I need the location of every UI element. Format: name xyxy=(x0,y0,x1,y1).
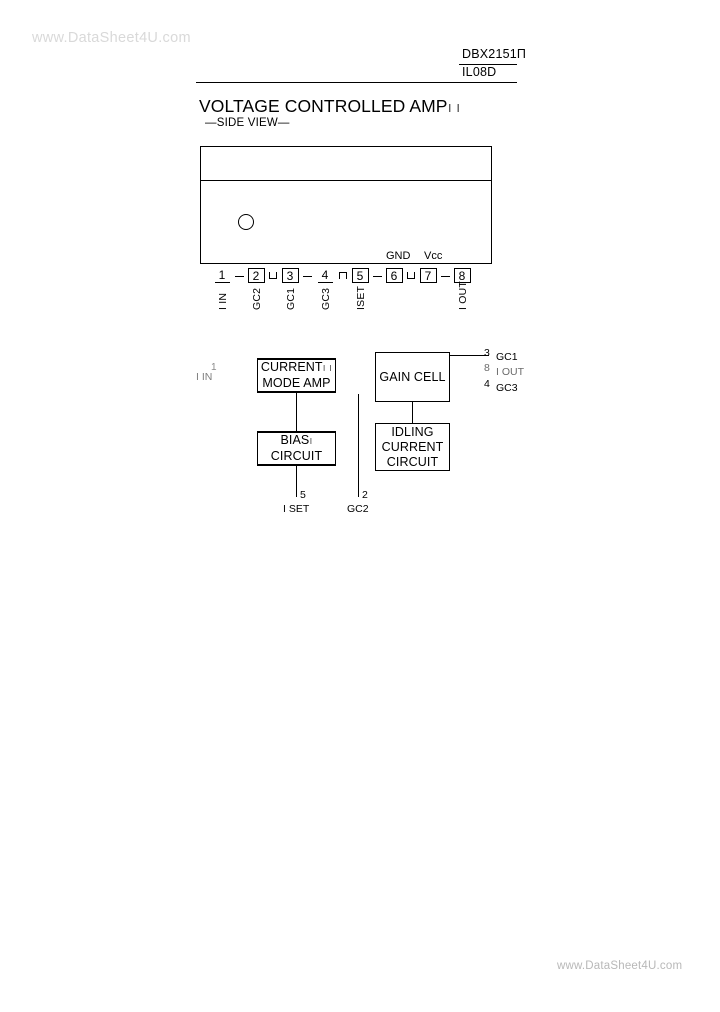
package-pin-number-1: 1 xyxy=(218,268,226,282)
block-bottom-pin-label-gc2: GC2 xyxy=(347,503,369,515)
block-current-mode-amp-line2: MODE AMP xyxy=(262,376,331,390)
package-pin-label-8: I OUT xyxy=(457,281,469,310)
page-title-text: VOLTAGE CONTROLLED AMP xyxy=(199,96,448,116)
block-output-label-gc1: GC1 xyxy=(496,351,518,363)
block-bottom-pin-number-2: 2 xyxy=(362,489,368,501)
package-pin-label-1: I IN xyxy=(217,292,229,310)
package-pin-separator-dash-5 xyxy=(372,276,382,278)
package-pin-number-5: 5 xyxy=(351,268,369,283)
pin-one-marker-icon xyxy=(238,214,254,230)
package-top-divider xyxy=(201,180,491,182)
cma-line1-artifact: ı ı xyxy=(322,362,333,374)
bias-line1-text: BIAS xyxy=(280,433,310,447)
cma-line1-text: CURRENT xyxy=(260,360,323,374)
package-pin-separator-bracket-6 xyxy=(407,272,415,279)
block-current-mode-amp-line1: CURRENTı ı xyxy=(261,360,332,376)
wire-bias-to-iset xyxy=(296,466,298,497)
wire-gc2 xyxy=(358,394,360,497)
block-idling-current-circuit: IDLING CURRENT CIRCUIT xyxy=(375,423,450,471)
wire-gaincell-to-idling xyxy=(412,402,414,423)
package-pin-label-2: GC2 xyxy=(251,287,263,310)
block-input-label: I IN xyxy=(196,371,213,383)
package-pin-label-5: ISET xyxy=(355,285,367,310)
block-idling-line3: CIRCUIT xyxy=(386,454,439,469)
block-current-mode-amp: CURRENTı ı MODE AMP xyxy=(257,358,336,393)
block-bias-circuit: BIASı CIRCUIT xyxy=(257,431,336,466)
package-pin-label-4: GC3 xyxy=(320,287,332,310)
block-bottom-pin-label-i-set: I SET xyxy=(283,503,310,515)
block-gain-cell-label: GAIN CELL xyxy=(379,369,446,384)
block-idling-line1: IDLING xyxy=(391,424,434,439)
package-pin-separator-dash-7 xyxy=(440,276,450,278)
package-pin-separator-dash-3 xyxy=(303,276,312,278)
block-idling-line2: CURRENT xyxy=(381,439,444,454)
package-label-vcc: Vcc xyxy=(424,250,443,262)
block-output-label-i-out: I OUT xyxy=(496,366,524,378)
watermark-bottom: www.DataSheet4U.com xyxy=(557,960,683,972)
bias-line1-artifact: ı xyxy=(309,435,313,447)
header-part-number-text: DBX2151 xyxy=(462,47,517,61)
package-pin-separator-bracket-2 xyxy=(269,272,277,279)
page-title-artifact: ı ı xyxy=(447,99,461,116)
header-rule-long xyxy=(196,82,517,83)
package-body-outline xyxy=(200,146,492,264)
block-output-pin-number-4: 4 xyxy=(484,378,490,390)
header-package-code: IL08D xyxy=(462,65,497,79)
package-pin-number-3: 3 xyxy=(281,268,299,283)
package-pin-number-7: 7 xyxy=(419,268,437,283)
package-pin-label-3: GC1 xyxy=(285,287,297,310)
block-output-pin-number-8: 8 xyxy=(484,362,490,374)
block-bias-circuit-line2: CIRCUIT xyxy=(270,449,323,463)
package-pin-separator-dash-1 xyxy=(234,276,244,278)
header-part-number: DBX2151Π xyxy=(462,47,526,61)
datasheet-page: www.DataSheet4U.com DBX2151Π IL08D VOLTA… xyxy=(0,0,720,1012)
package-pin-underline-4 xyxy=(317,282,333,284)
package-pin-underline-1 xyxy=(214,282,230,284)
block-output-label-gc3: GC3 xyxy=(496,382,518,394)
block-bottom-pin-number-5: 5 xyxy=(300,489,306,501)
package-pin-number-2: 2 xyxy=(247,268,265,283)
wire-cma-to-bias xyxy=(296,393,298,431)
block-output-pin-number-3: 3 xyxy=(484,347,490,359)
package-pin-number-4: 4 xyxy=(321,268,329,282)
block-bias-circuit-line1: BIASı xyxy=(280,433,312,449)
watermark-top: www.DataSheet4U.com xyxy=(32,30,191,46)
page-subtitle: —SIDE VIEW— xyxy=(205,117,290,129)
package-label-gnd: GND xyxy=(386,250,411,262)
package-pin-number-6: 6 xyxy=(385,268,403,283)
page-title: VOLTAGE CONTROLLED AMPı ı xyxy=(199,96,460,117)
package-pin-separator-bracket-4 xyxy=(338,272,347,279)
block-gain-cell: GAIN CELL xyxy=(375,352,450,402)
header-part-number-artifact: Π xyxy=(516,47,527,61)
